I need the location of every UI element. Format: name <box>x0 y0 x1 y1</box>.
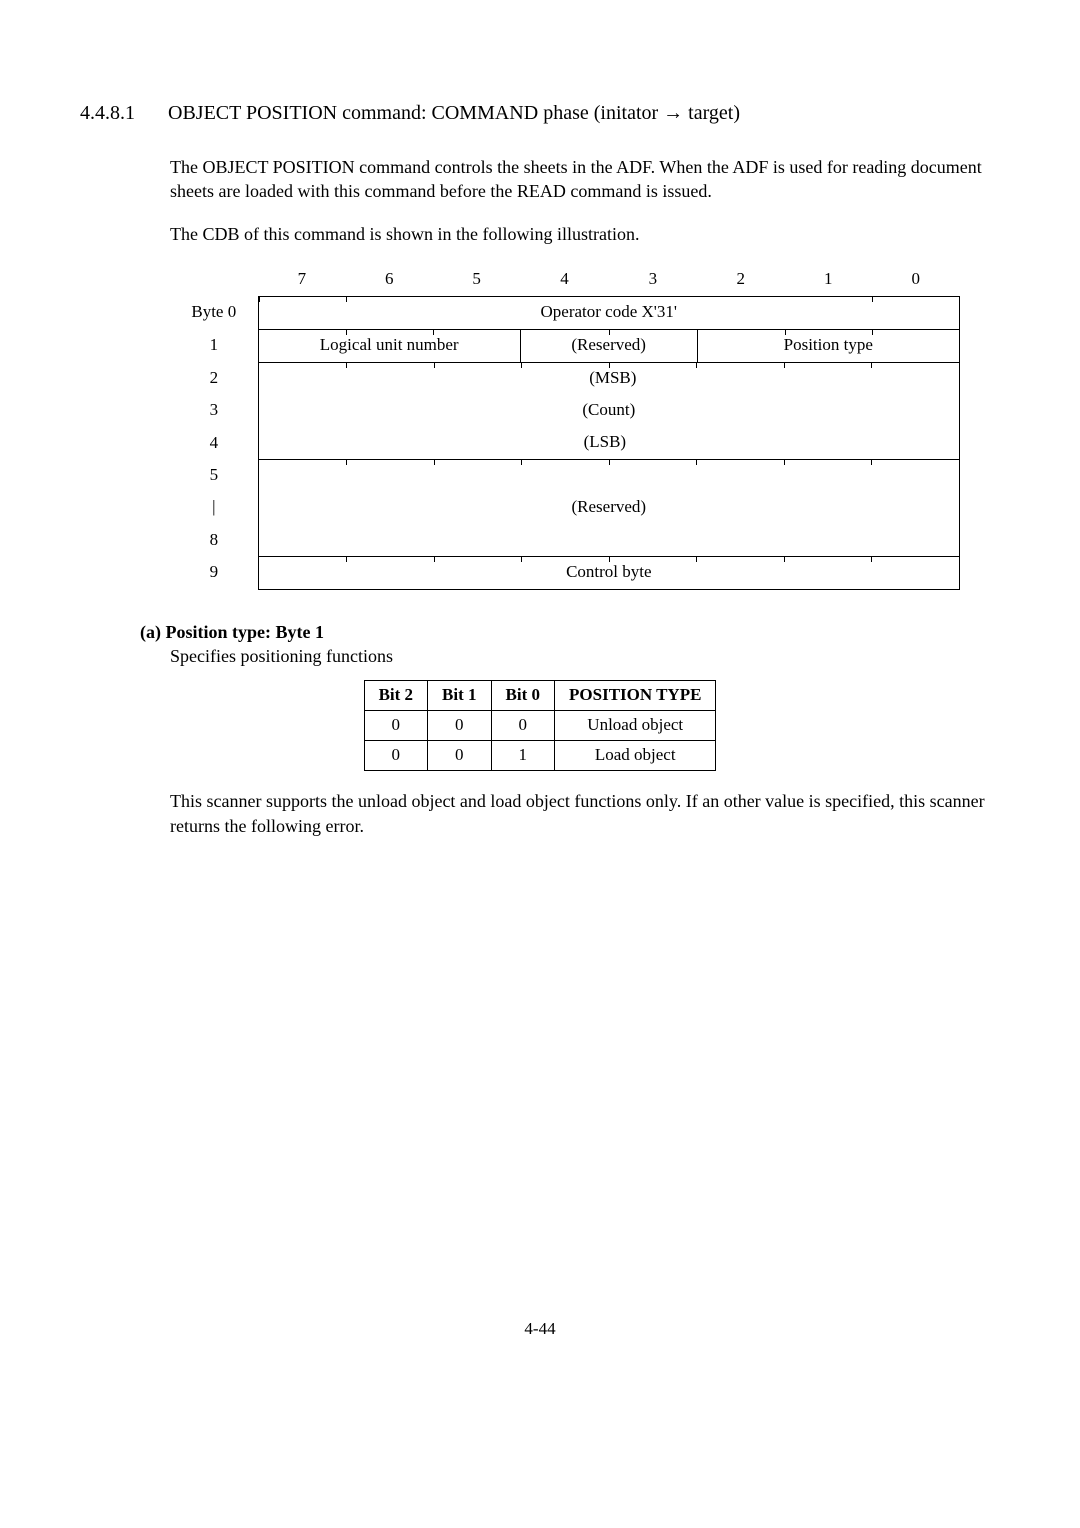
bit-5: 5 <box>433 264 520 297</box>
reserved-row-bottom <box>258 524 959 557</box>
position-type-field: Position type <box>697 329 959 362</box>
vertical-dots-icon: | <box>170 492 258 524</box>
page-number: 4-44 <box>80 1318 1000 1341</box>
table-header-row: Bit 2 Bit 1 Bit 0 POSITION TYPE <box>364 681 716 711</box>
byte-label: 4 <box>170 427 258 460</box>
position-type-table: Bit 2 Bit 1 Bit 0 POSITION TYPE 0 0 0 Un… <box>364 680 717 771</box>
reserved-2: (Reserved) <box>258 492 959 524</box>
title-part-b: target) <box>683 102 740 124</box>
table-row: 5 <box>170 459 960 492</box>
cell: 0 <box>428 741 491 771</box>
cell: 0 <box>491 711 554 741</box>
msb-label: (MSB) <box>258 362 959 395</box>
byte-label: 2 <box>170 362 258 395</box>
byte-label: 5 <box>170 459 258 492</box>
paragraph-3: This scanner supports the unload object … <box>170 789 1000 838</box>
reserved-row-top <box>258 459 959 492</box>
paragraph-2: The CDB of this command is shown in the … <box>170 222 1000 246</box>
bit-6: 6 <box>346 264 433 297</box>
table-row: 0 0 0 Unload object <box>364 711 716 741</box>
table-row: 0 0 1 Load object <box>364 741 716 771</box>
col-position-type: POSITION TYPE <box>555 681 716 711</box>
bit-2: 2 <box>697 264 784 297</box>
byte-label: 8 <box>170 524 258 557</box>
cell: 1 <box>491 741 554 771</box>
section-heading: 4.4.8.1 OBJECT POSITION command: COMMAND… <box>80 100 1000 127</box>
arrow-icon: → <box>663 102 683 124</box>
bit-1: 1 <box>785 264 872 297</box>
bit-0: 0 <box>872 264 960 297</box>
byte-label: 3 <box>170 395 258 427</box>
bit-7: 7 <box>258 264 345 297</box>
cell: 0 <box>364 711 427 741</box>
title-part-a: OBJECT POSITION command: COMMAND phase (… <box>168 102 663 124</box>
cell: Unload object <box>555 711 716 741</box>
bit-4: 4 <box>520 264 608 297</box>
bit-3: 3 <box>609 264 697 297</box>
lsb-label: (LSB) <box>258 427 959 460</box>
table-row: 1 Logical unit number (Reserved) Positio… <box>170 329 960 362</box>
section-number: 4.4.8.1 <box>80 100 135 127</box>
byte-label: 1 <box>170 329 258 362</box>
subsection-desc: Specifies positioning functions <box>170 644 1000 668</box>
cdb-table: 7 6 5 4 3 2 1 0 Byte 0 Operator code X'3… <box>170 264 1000 590</box>
logical-unit-number: Logical unit number <box>258 329 520 362</box>
col-bit0: Bit 0 <box>491 681 554 711</box>
paragraph-1: The OBJECT POSITION command controls the… <box>170 155 1000 204</box>
bit-header-row: 7 6 5 4 3 2 1 0 <box>170 264 960 297</box>
byte-label: 9 <box>170 556 258 589</box>
table-row: Byte 0 Operator code X'31' <box>170 296 960 329</box>
control-byte: Control byte <box>258 556 959 589</box>
table-row: 4 (LSB) <box>170 427 960 460</box>
byte-label: Byte 0 <box>170 296 258 329</box>
table-row: | (Reserved) <box>170 492 960 524</box>
reserved-1: (Reserved) <box>520 329 697 362</box>
table-row: 8 <box>170 524 960 557</box>
col-bit1: Bit 1 <box>428 681 491 711</box>
count-field: (Count) <box>258 395 959 427</box>
cell: 0 <box>428 711 491 741</box>
table-row: 3 (Count) <box>170 395 960 427</box>
cell: Load object <box>555 741 716 771</box>
table-row: 9 Control byte <box>170 556 960 589</box>
col-bit2: Bit 2 <box>364 681 427 711</box>
cell: 0 <box>364 741 427 771</box>
table-row: 2 (MSB) <box>170 362 960 395</box>
operator-code: Operator code X'31' <box>346 296 872 329</box>
subsection-heading: (a) Position type: Byte 1 <box>140 620 1000 644</box>
